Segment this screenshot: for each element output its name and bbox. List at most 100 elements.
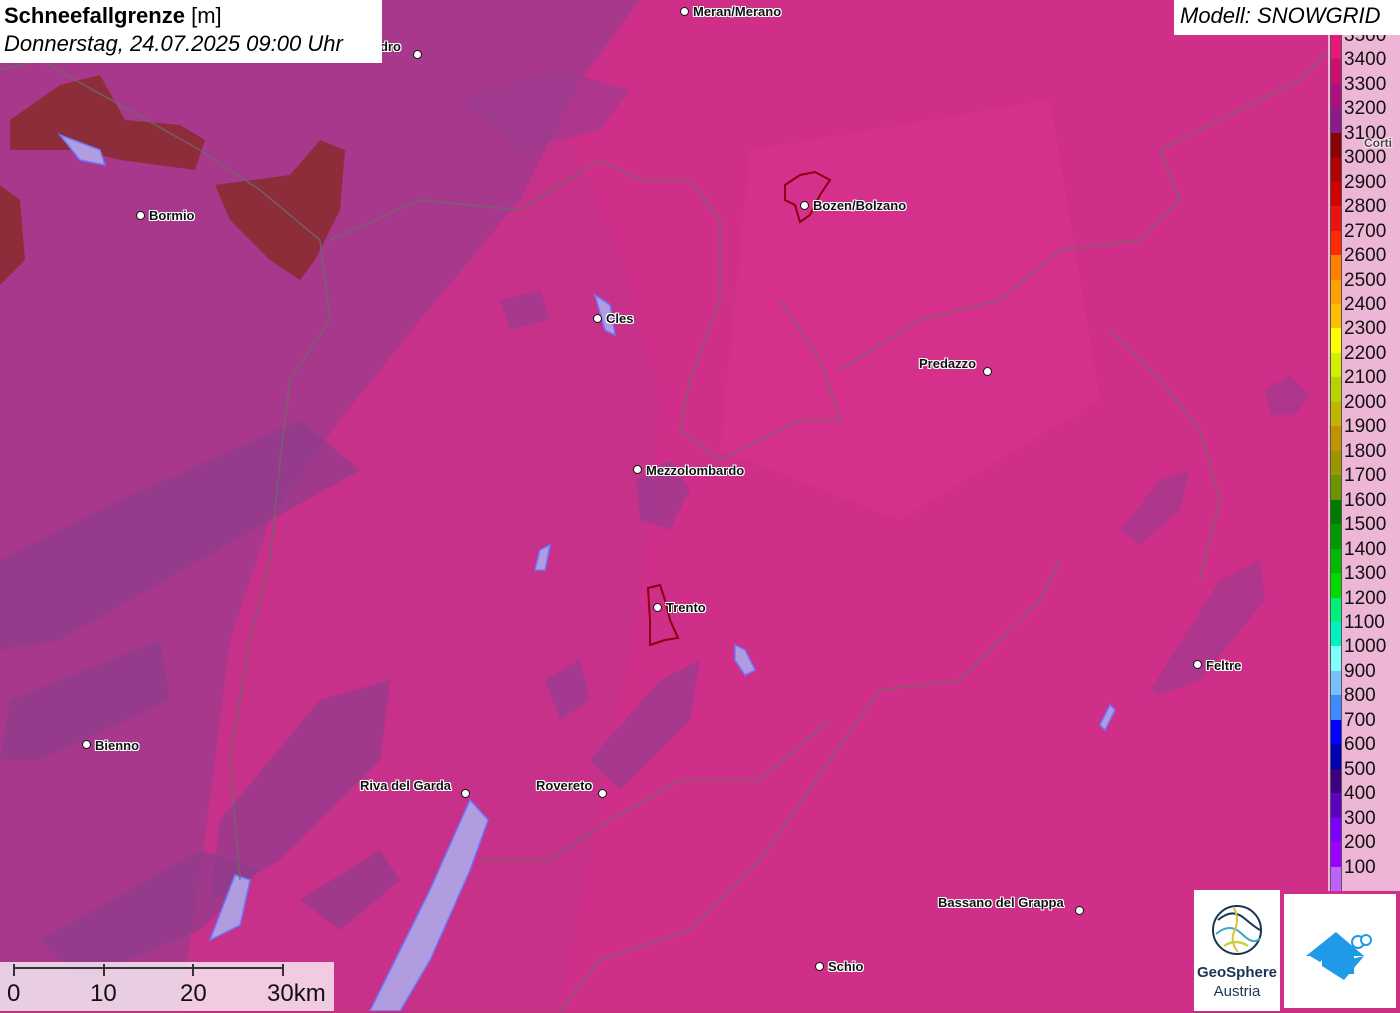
title-parameter: Schneefallgrenze xyxy=(4,3,185,28)
legend-row: 3500 xyxy=(1328,35,1400,60)
scale-tick-10: 10 xyxy=(90,980,117,1007)
legend-label: 1800 xyxy=(1344,440,1387,462)
city-dot xyxy=(593,314,602,323)
legend-label: 2000 xyxy=(1344,391,1387,413)
legend-label: 2900 xyxy=(1344,171,1387,193)
legend-row: 1800 xyxy=(1328,439,1400,476)
legend-label: 3500 xyxy=(1344,35,1387,46)
city-label: Riva del Garda xyxy=(360,778,452,793)
scale-tick-20: 20 xyxy=(180,980,207,1007)
color-legend: 3500 3400 3300 3200 3100 3000 2900 2800 2700 2600… xyxy=(1328,35,1400,891)
city-label: Meran/Merano xyxy=(693,4,782,19)
legend-row: 1700 xyxy=(1328,463,1400,500)
legend-row: 2100 xyxy=(1328,365,1400,402)
legend-row: 1200 xyxy=(1328,586,1400,622)
city-label: Feltre xyxy=(1206,658,1242,673)
legend-label: 2800 xyxy=(1344,196,1387,218)
legend-row: 700 xyxy=(1328,708,1400,745)
legend-label: 1500 xyxy=(1344,514,1387,536)
legend-label: 2400 xyxy=(1344,294,1387,316)
legend-label: 2300 xyxy=(1344,318,1387,340)
legend-label: 3000 xyxy=(1344,147,1387,169)
legend-row: 1400 xyxy=(1328,537,1400,574)
legend-row: 2800 xyxy=(1328,194,1400,231)
title-unit: [m] xyxy=(191,3,222,28)
legend-label: 1900 xyxy=(1344,416,1387,438)
legend-row: 800 xyxy=(1328,683,1400,720)
legend-label: 600 xyxy=(1344,734,1376,756)
geosphere-name: GeoSphere xyxy=(1196,964,1278,981)
city-label: Schio xyxy=(828,959,864,974)
legend-row: 2200 xyxy=(1328,341,1400,378)
legend-label: 2600 xyxy=(1344,245,1387,267)
city-dot xyxy=(633,465,642,474)
legend-label: 1300 xyxy=(1344,563,1387,585)
geosphere-emblem-icon xyxy=(1212,905,1262,955)
legend-label: 3400 xyxy=(1344,49,1387,71)
app-logo[interactable] xyxy=(1284,894,1396,1008)
city-dot xyxy=(1193,660,1202,669)
legend-row: 3400 xyxy=(1328,47,1400,84)
legend-label: 3200 xyxy=(1344,98,1387,120)
legend-row: 100 xyxy=(1328,855,1400,891)
legend-row: 3200 xyxy=(1328,96,1400,133)
scale-tick-0: 0 xyxy=(7,980,21,1007)
legend-row: 400 xyxy=(1328,781,1400,818)
legend-label: 1600 xyxy=(1344,489,1387,511)
cloud-arrow-icon xyxy=(1306,932,1372,980)
legend-row: 2300 xyxy=(1328,316,1400,353)
legend-label: 300 xyxy=(1344,807,1376,829)
legend-label: 1100 xyxy=(1344,611,1385,633)
city-label: Rovereto xyxy=(536,778,593,793)
legend-label: 400 xyxy=(1344,783,1376,805)
scale-bar: 0 10 20 30km xyxy=(0,962,334,1011)
legend-label: 1400 xyxy=(1344,538,1387,560)
city-label: Bormio xyxy=(149,208,195,223)
model-label: Modell: SNOWGRID xyxy=(1174,0,1400,35)
city-dot xyxy=(598,789,607,798)
legend-label: 2200 xyxy=(1344,342,1387,364)
legend-row: 1900 xyxy=(1328,414,1400,451)
legend-row: 1500 xyxy=(1328,512,1400,549)
city-dot xyxy=(82,740,91,749)
city-label-cortina: Corti xyxy=(1364,136,1392,150)
legend-row: 3300 xyxy=(1328,72,1400,109)
legend-row: 2500 xyxy=(1328,268,1400,305)
legend-row: 1300 xyxy=(1328,561,1400,598)
geosphere-country: Austria xyxy=(1213,983,1261,1000)
legend-label: 3300 xyxy=(1344,73,1387,95)
legend-label: 2700 xyxy=(1344,220,1387,242)
legend-label: 800 xyxy=(1344,685,1376,707)
city-dot xyxy=(1075,906,1084,915)
legend-row: 1600 xyxy=(1328,488,1400,525)
city-dot xyxy=(461,789,470,798)
city-dot xyxy=(800,201,809,210)
legend-row: 2600 xyxy=(1328,243,1400,280)
legend-row: 2000 xyxy=(1328,390,1400,427)
city-dot xyxy=(680,7,689,16)
city-dot xyxy=(136,211,145,220)
legend-label: 1200 xyxy=(1344,587,1387,609)
city-label: Trento xyxy=(666,600,706,615)
legend-label: 700 xyxy=(1344,709,1376,731)
map-title: Schneefallgrenze [m] xyxy=(4,2,378,30)
legend-row: 2900 xyxy=(1328,170,1400,207)
legend-label: 100 xyxy=(1344,856,1376,878)
legend-label: 2100 xyxy=(1344,367,1387,389)
geosphere-logo[interactable]: GeoSphere Austria xyxy=(1194,890,1280,1011)
legend-swatch xyxy=(1330,866,1342,891)
scale-tick-30: 30km xyxy=(267,980,326,1007)
legend-label: 1700 xyxy=(1344,465,1387,487)
legend-row: 600 xyxy=(1328,732,1400,769)
legend-row: 1000 xyxy=(1328,634,1400,671)
legend-label: 500 xyxy=(1344,758,1376,780)
legend-row: 500 xyxy=(1328,757,1400,794)
city-label: Bienno xyxy=(95,738,140,753)
title-box: Schneefallgrenze [m] Donnerstag, 24.07.2… xyxy=(0,0,382,63)
city-label: Mezzolombardo xyxy=(646,463,745,478)
legend-label: 2500 xyxy=(1344,269,1387,291)
map-canvas[interactable] xyxy=(0,0,1400,1011)
legend-row: 1100 xyxy=(1328,610,1400,647)
legend-label: 200 xyxy=(1344,832,1376,854)
city-label: Bassano del Grappa xyxy=(938,895,1064,910)
